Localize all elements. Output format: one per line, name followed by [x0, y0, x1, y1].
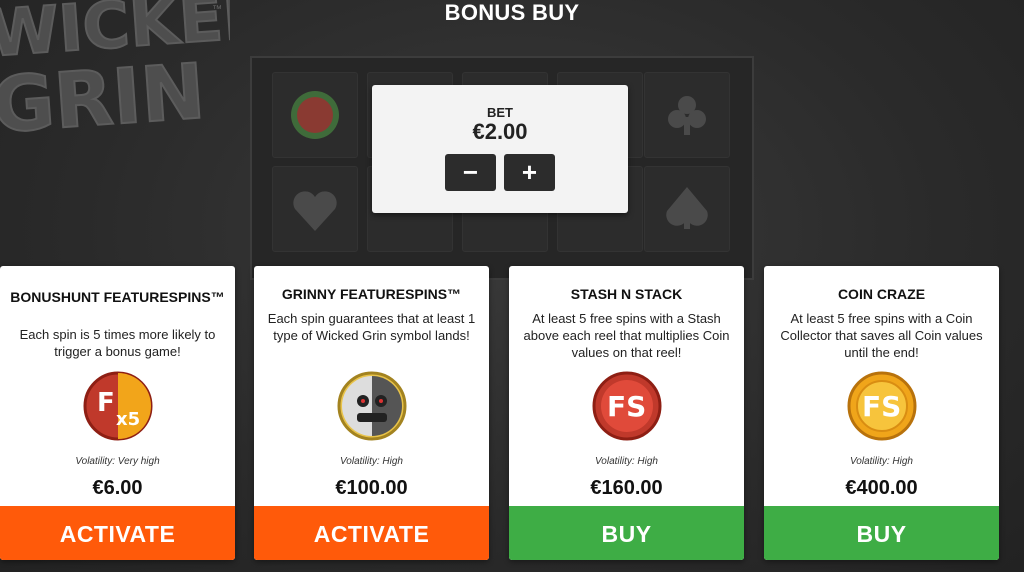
fs-x5-badge-icon: F x5	[83, 371, 153, 441]
buy-button[interactable]: BUY	[509, 506, 744, 560]
decrease-bet-button[interactable]: −	[445, 154, 496, 191]
grinny-face-badge-icon	[337, 371, 407, 441]
card-volatility: Volatility: High	[850, 456, 913, 467]
bonus-card-stash-n-stack: STASH N STACK At least 5 free spins with…	[509, 266, 744, 560]
card-price: €6.00	[92, 477, 143, 499]
activate-button[interactable]: ACTIVATE	[0, 506, 235, 560]
card-price: €100.00	[335, 477, 408, 499]
fs-red-badge-icon: FS	[592, 371, 662, 441]
svg-text:FS: FS	[862, 390, 901, 423]
card-description: At least 5 free spins with a Stash above…	[523, 311, 730, 360]
bonus-card-coin-craze: COIN CRAZE At least 5 free spins with a …	[764, 266, 999, 560]
svg-text:x5: x5	[116, 409, 140, 430]
activate-button[interactable]: ACTIVATE	[254, 506, 489, 560]
card-price: €160.00	[590, 477, 663, 499]
heart-symbol-icon	[272, 166, 358, 252]
increase-bet-button[interactable]: +	[504, 154, 555, 191]
card-volatility: Volatility: High	[340, 456, 403, 467]
svg-text:GRIN: GRIN	[0, 46, 208, 150]
bonus-card-grinny: GRINNY FEATURESPINS™ Each spin guarantee…	[254, 266, 489, 560]
card-volatility: Volatility: Very high	[75, 456, 160, 467]
bonus-card-bonushunt: BONUSHUNT FEATURESPINS™ Each spin is 5 t…	[0, 266, 235, 560]
card-description: Each spin guarantees that at least 1 typ…	[267, 311, 476, 343]
buy-button[interactable]: BUY	[764, 506, 999, 560]
bet-value: €2.00	[472, 119, 528, 144]
club-symbol-icon	[644, 72, 730, 158]
fs-gold-coin-badge-icon: FS	[847, 371, 917, 441]
card-description: Each spin is 5 times more likely to trig…	[19, 327, 216, 359]
card-title: BONUSHUNT FEATURESPINS™	[10, 289, 225, 305]
card-description: At least 5 free spins with a Coin Collec…	[780, 311, 983, 360]
watermelon-symbol-icon	[272, 72, 358, 158]
bet-panel: BET €2.00 − +	[372, 85, 628, 213]
page-title: BONUS BUY	[444, 0, 580, 25]
card-title: COIN CRAZE	[837, 286, 926, 302]
card-title: STASH N STACK	[570, 286, 683, 302]
spade-symbol-icon	[644, 166, 730, 252]
card-price: €400.00	[845, 477, 918, 499]
svg-text:FS: FS	[607, 390, 646, 423]
card-title: GRINNY FEATURESPINS™	[281, 286, 462, 302]
card-volatility: Volatility: High	[595, 456, 658, 467]
bet-label: BET	[487, 105, 513, 120]
svg-text:F: F	[97, 388, 115, 418]
